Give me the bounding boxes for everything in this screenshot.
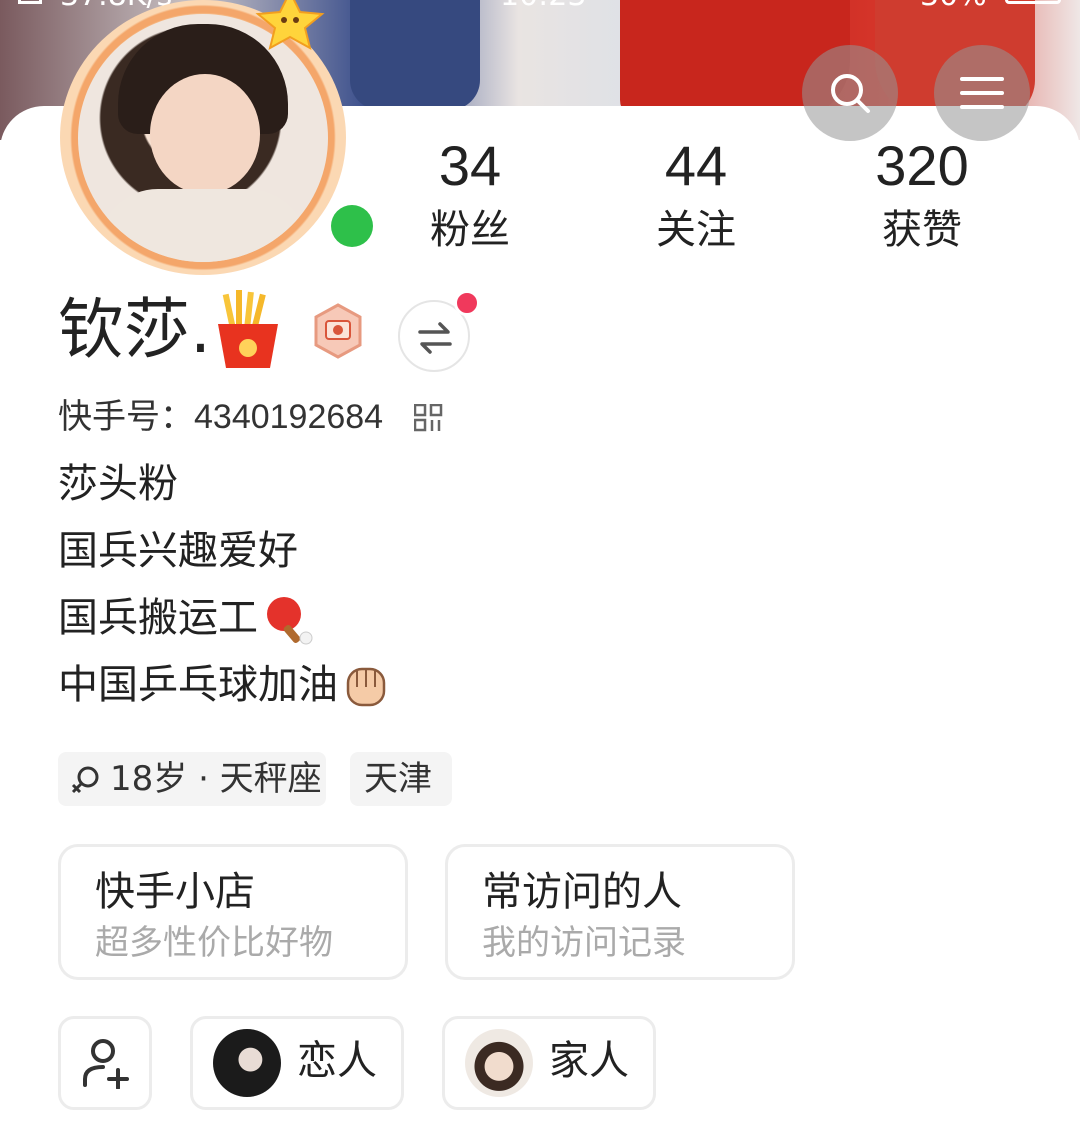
age-tag: 18岁 · 天秤座 <box>58 752 326 806</box>
id-value: 4340192684 <box>194 398 384 436</box>
frequent-visitors-card[interactable]: 常访问的人 我的访问记录 <box>445 844 795 980</box>
city-tag: 天津 <box>350 752 452 806</box>
following-label: 关注 <box>656 207 736 253</box>
menu-button[interactable] <box>934 45 1030 141</box>
stat-following[interactable]: 44 关注 <box>616 134 776 253</box>
online-status-dot <box>322 196 382 256</box>
stat-fans[interactable]: 34 粉丝 <box>390 134 550 253</box>
visitors-title: 常访问的人 <box>482 869 682 915</box>
battery-percent: 30% <box>920 0 987 13</box>
add-person-icon <box>83 1039 129 1089</box>
likes-count: 320 <box>875 134 969 197</box>
age-text: 18岁 · 天秤座 <box>110 759 322 799</box>
following-count: 44 <box>664 134 728 197</box>
fans-count: 34 <box>438 134 502 197</box>
lover-label: 恋人 <box>297 1038 377 1084</box>
bio-line: 国兵兴趣爱好 <box>58 528 298 574</box>
lover-relation[interactable]: 恋人 <box>190 1016 404 1110</box>
clock: 10:23 <box>500 0 586 13</box>
shop-subtitle: 超多性价比好物 <box>95 923 333 963</box>
battery-icon <box>1005 0 1061 4</box>
avatar[interactable] <box>60 0 382 275</box>
search-icon <box>831 74 870 113</box>
ping-pong-medal-icon[interactable] <box>312 303 364 359</box>
kuaishou-id[interactable]: 快手号：4340192684 <box>58 396 383 438</box>
likes-label: 获赞 <box>882 207 962 253</box>
qr-code-icon[interactable] <box>414 404 444 432</box>
fans-label: 粉丝 <box>430 207 510 253</box>
family-relation[interactable]: 家人 <box>442 1016 656 1110</box>
bio-line: 莎头粉 <box>58 461 178 507</box>
stat-likes[interactable]: 320 获赞 <box>842 134 1002 253</box>
profile-name: 钦莎. <box>58 291 211 368</box>
lover-avatar <box>213 1029 281 1097</box>
kuaishou-shop-card[interactable]: 快手小店 超多性价比好物 <box>58 844 408 980</box>
menu-icon <box>960 77 1004 109</box>
bio-line: 中国乒乓球加油 <box>58 661 390 713</box>
female-icon <box>71 766 99 794</box>
raised-fist-emoji <box>346 667 386 707</box>
visitors-subtitle: 我的访问记录 <box>482 923 686 963</box>
shop-title: 快手小店 <box>95 869 255 915</box>
notification-dot <box>454 290 480 316</box>
add-relation-button[interactable] <box>58 1016 152 1110</box>
family-label: 家人 <box>549 1038 629 1084</box>
id-label: 快手号： <box>58 398 194 436</box>
swap-icon <box>418 322 452 354</box>
search-button[interactable] <box>802 45 898 141</box>
bio-line: 国兵搬运工 <box>58 594 314 646</box>
star-frame-icon <box>255 0 325 50</box>
family-avatar <box>465 1029 533 1097</box>
avatar-photo <box>78 14 328 262</box>
notification-icon <box>18 0 42 4</box>
ping-pong-paddle-emoji <box>267 597 313 645</box>
fries-emoji <box>218 290 278 368</box>
